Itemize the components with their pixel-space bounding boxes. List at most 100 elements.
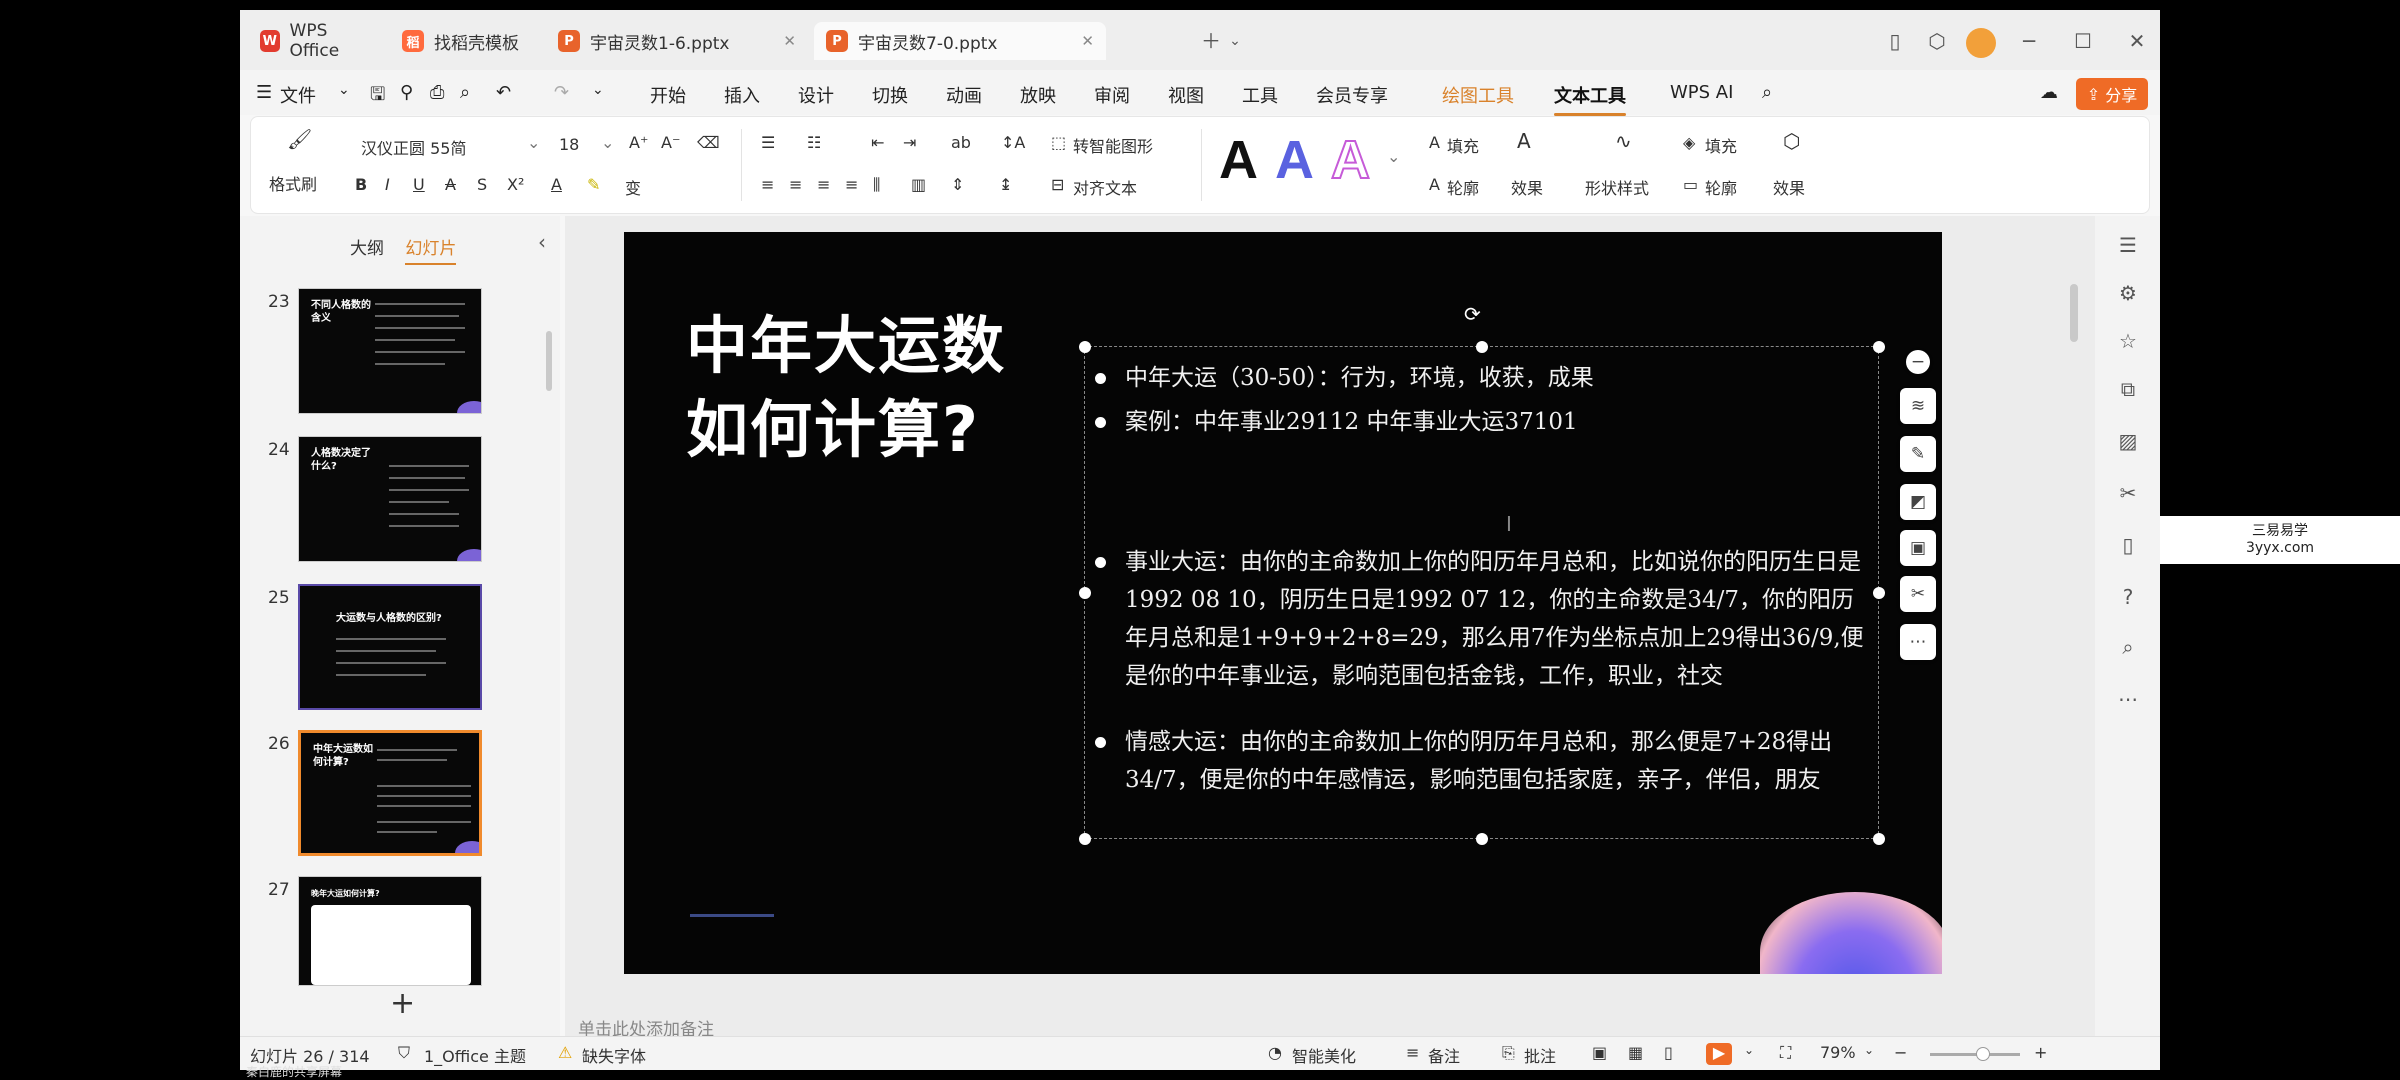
chevron-down-icon[interactable]: ⌄ [338, 82, 350, 98]
layout-icon[interactable]: ▯ [1882, 28, 1908, 54]
collapse-icon[interactable]: ‹ [538, 230, 546, 254]
clear-format-icon[interactable]: ⌫ [697, 133, 720, 152]
redo-icon[interactable]: ↷ [554, 82, 569, 103]
tab-docer[interactable]: 稻 找稻壳模板 [390, 22, 540, 60]
missing-font[interactable]: 缺失字体 [582, 1043, 646, 1067]
menu-icon[interactable]: ☰ [256, 82, 272, 103]
shape-effect-icon[interactable]: ⬡ [1783, 129, 1800, 153]
resize-handle[interactable] [1873, 587, 1885, 599]
format-painter-label[interactable]: 格式刷 [269, 171, 317, 195]
search-image-icon[interactable]: ⌕ [2115, 634, 2141, 660]
slide-thumbnail[interactable]: 大运数与人格数的区别? [298, 584, 482, 710]
resize-handle[interactable] [1079, 587, 1091, 599]
increase-indent-icon[interactable]: ⇥ [903, 133, 916, 152]
align-right-icon[interactable]: ≡ [817, 175, 830, 194]
theme-name[interactable]: 1_Office 主题 [424, 1043, 526, 1067]
shape-effect-label[interactable]: 效果 [1773, 175, 1805, 199]
menu-icon[interactable]: ☰ [2115, 232, 2141, 258]
grow-font-icon[interactable]: A⁺ [629, 133, 648, 152]
resize-handle[interactable] [1873, 341, 1885, 353]
font-name-select[interactable]: 汉仪正圆 55简 [361, 135, 466, 159]
menu-wps-ai[interactable]: WPS AI [1670, 82, 1733, 103]
shape-fill-label[interactable]: 填充 [1705, 133, 1737, 157]
avatar[interactable] [1966, 28, 1996, 58]
slide-thumbnail[interactable]: 人格数决定了什么? [298, 436, 482, 562]
new-tab-icon[interactable]: ＋ [1198, 28, 1224, 54]
share-button[interactable]: ⇪ 分享 [2076, 78, 2148, 110]
numbering-icon[interactable]: ☷ [807, 133, 821, 152]
smart-shape-label[interactable]: 转智能图形 [1073, 133, 1153, 157]
paragraph-spacing-icon[interactable]: ↨ [999, 175, 1012, 194]
chevron-down-icon[interactable]: ⌄ [1222, 28, 1248, 54]
shrink-font-icon[interactable]: A⁻ [661, 133, 680, 152]
superscript-icon[interactable]: X² [507, 175, 524, 194]
format-painter-icon[interactable]: 🖌 [287, 127, 312, 151]
shadow-icon[interactable]: S [477, 175, 487, 194]
bold-icon[interactable]: B [355, 175, 367, 194]
text-style-blue[interactable]: A [1275, 129, 1314, 191]
zoom-slider-knob[interactable] [1976, 1047, 1990, 1061]
cube-icon[interactable]: ⬡ [1924, 28, 1950, 54]
strikethrough-icon[interactable]: A [445, 175, 456, 194]
decrease-indent-icon[interactable]: ⇤ [871, 133, 884, 152]
italic-icon[interactable]: I [385, 175, 390, 194]
text-effect-a-icon[interactable]: A [1517, 129, 1531, 153]
shape-outline-label[interactable]: 轮廓 [1705, 175, 1737, 199]
link-icon[interactable]: ⚲ [400, 82, 413, 103]
fill-icon[interactable]: ◩ [1900, 484, 1936, 520]
scrollbar[interactable] [2070, 284, 2078, 342]
text-style-outline[interactable]: A [1330, 129, 1371, 191]
close-icon[interactable]: ✕ [783, 32, 796, 50]
align-center-icon[interactable]: ≡ [789, 175, 802, 194]
chevron-down-icon[interactable]: ⌄ [601, 133, 614, 152]
menu-home[interactable]: 开始 [650, 82, 686, 108]
font-size-select[interactable]: 18 [559, 135, 579, 154]
print-icon[interactable]: ⎙ [430, 82, 444, 103]
tab-outline[interactable]: 大纲 [350, 239, 384, 259]
shape-fill-icon[interactable]: ◈ [1683, 133, 1695, 152]
text-effect-icon[interactable]: 变 [625, 175, 641, 199]
font-color-icon[interactable]: A [551, 175, 562, 194]
sorter-view-icon[interactable]: ▦ [1628, 1043, 1643, 1062]
fit-icon[interactable]: ⛶ [1780, 1043, 1791, 1063]
tools-icon[interactable]: ✂ [2115, 480, 2141, 506]
resize-handle[interactable] [1079, 341, 1091, 353]
undo-icon[interactable]: ↶ [496, 82, 511, 103]
zoom-level[interactable]: 79% [1820, 1043, 1856, 1062]
menu-review[interactable]: 审阅 [1094, 82, 1130, 108]
minus-icon[interactable]: − [1906, 350, 1930, 374]
menu-transition[interactable]: 切换 [872, 82, 908, 108]
menu-insert[interactable]: 插入 [724, 82, 760, 108]
tab-slides[interactable]: 幻灯片 [405, 239, 456, 259]
rotate-handle-icon[interactable]: ⟳ [1464, 302, 1481, 326]
book-icon[interactable]: ▯ [2115, 532, 2141, 558]
smart-beautify[interactable]: 智能美化 [1292, 1043, 1356, 1067]
menu-file[interactable]: 文件 [280, 82, 316, 108]
close-window-icon[interactable]: ✕ [2124, 28, 2150, 54]
smart-shape-icon[interactable]: ⬚ [1051, 133, 1066, 152]
help-icon[interactable]: ? [2115, 584, 2141, 610]
menu-drawing-tools[interactable]: 绘图工具 [1442, 82, 1514, 108]
text-direction-icon[interactable]: ab [951, 133, 971, 152]
shape-outline-icon[interactable]: ▭ [1683, 175, 1698, 194]
menu-tools[interactable]: 工具 [1242, 82, 1278, 108]
maximize-icon[interactable]: ☐ [2070, 28, 2096, 54]
bullet-item[interactable]: 案例：中年事业29112 中年事业大运37101 [1095, 403, 1855, 441]
slide-canvas[interactable]: 中年大运数 如何计算? ⟳ 中年大运（30-50）：行为，环境，收获，成果 案例… [624, 232, 1942, 974]
more-icon[interactable]: ⋯ [2115, 686, 2141, 712]
chevron-down-icon[interactable]: ⌄ [527, 133, 540, 152]
chevron-down-icon[interactable]: ⌄ [1864, 1043, 1874, 1057]
normal-view-icon[interactable]: ▣ [1592, 1043, 1607, 1062]
text-effect-label[interactable]: 效果 [1511, 175, 1543, 199]
shape-style-label[interactable]: 形状样式 [1585, 175, 1649, 199]
preview-icon[interactable]: ⌕ [460, 82, 470, 103]
text-fill-icon[interactable]: A [1429, 133, 1440, 152]
cloud-icon[interactable]: ☁ [2040, 82, 2058, 103]
align-text-label[interactable]: 对齐文本 [1073, 175, 1137, 199]
text-outline-label[interactable]: 轮廓 [1447, 175, 1479, 199]
star-icon[interactable]: ☆ [2115, 328, 2141, 354]
add-slide-icon[interactable]: + [390, 986, 415, 1021]
zoom-in-icon[interactable]: + [2034, 1043, 2047, 1062]
copy-icon[interactable]: ⧉ [2115, 376, 2141, 402]
bullet-item[interactable]: 情感大运：由你的主命数加上你的阴历年月总和，那么便是7+28得出34/7，便是你… [1095, 723, 1865, 799]
